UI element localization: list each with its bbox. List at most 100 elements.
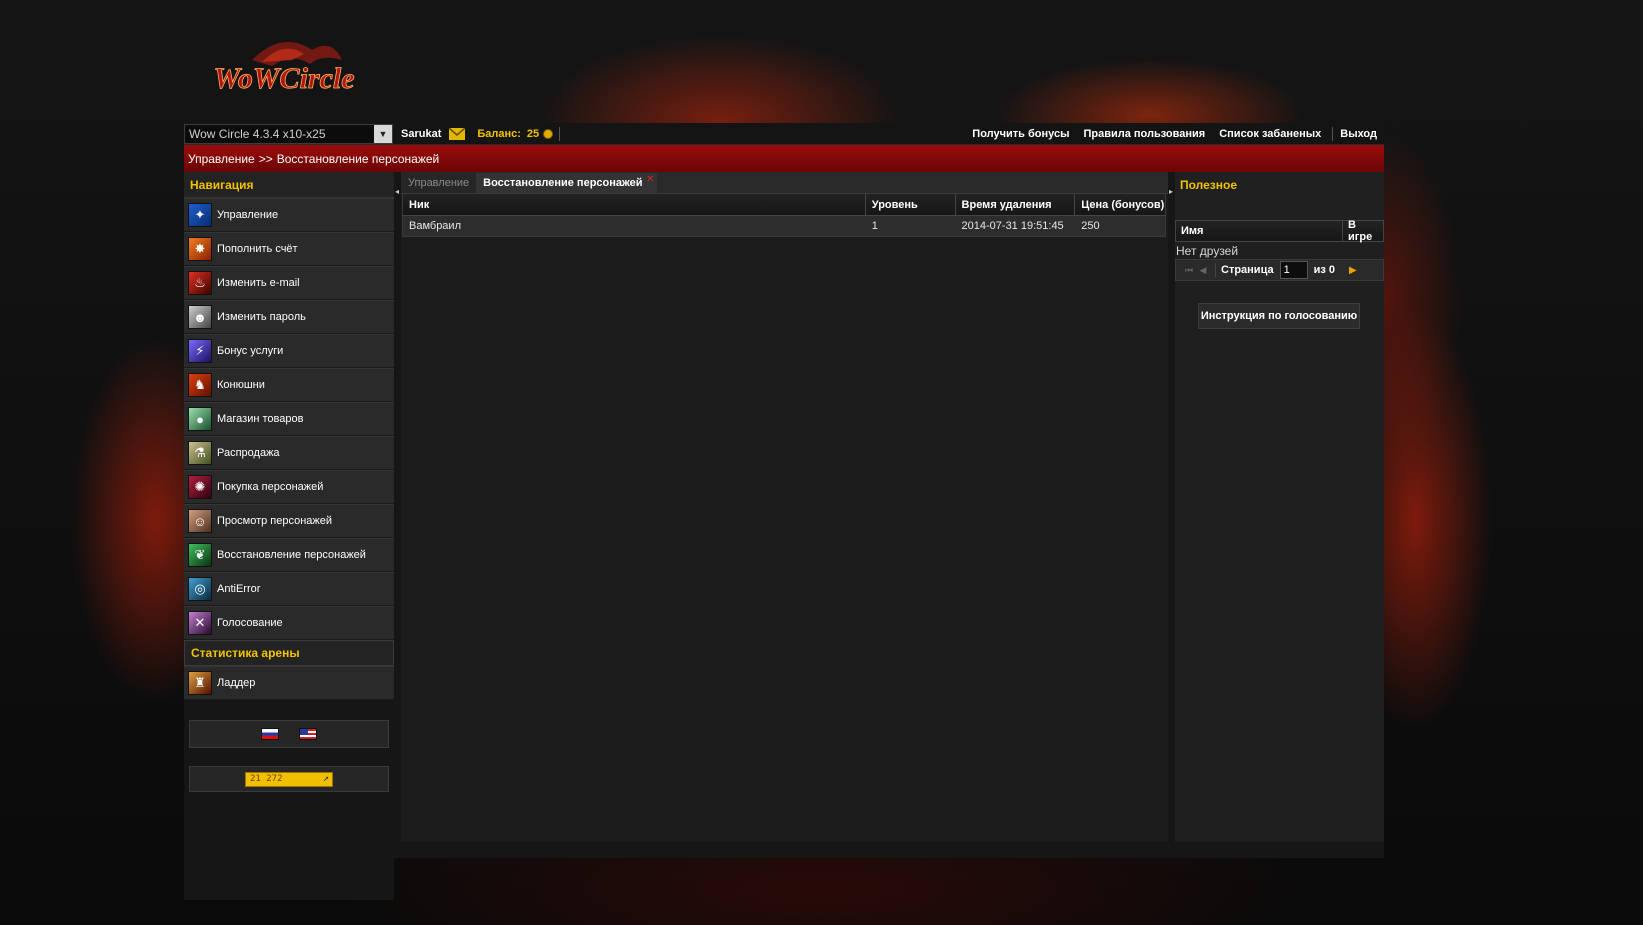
get-bonuses-link[interactable]: Получить бонусы xyxy=(965,128,1076,140)
realm-select[interactable]: Wow Circle 4.3.4 x10-x25 ▼ xyxy=(184,123,393,144)
sidebar-item-label: Конюшни xyxy=(217,379,265,391)
sidebar-item-label: Голосование xyxy=(217,617,283,629)
right-splitter[interactable]: ▸ xyxy=(1168,172,1175,842)
sidebar-item-buy-characters[interactable]: ✺ Покупка персонажей xyxy=(184,470,394,504)
sidebar-item-voting[interactable]: ✕ Голосование xyxy=(184,606,394,640)
site-logo[interactable]: WoWCircle xyxy=(192,30,377,102)
sidebar-item-label: Управление xyxy=(217,209,279,221)
logout-link[interactable]: Выход xyxy=(1333,128,1384,140)
sidebar-item-stables[interactable]: ♞ Конюшни xyxy=(184,368,394,402)
coin-icon xyxy=(543,128,554,139)
page-total: из 0 xyxy=(1313,264,1335,276)
sidebar-item-view-characters[interactable]: ☺ Просмотр персонажей xyxy=(184,504,394,538)
sidebar-item-sale[interactable]: ⚗ Распродажа xyxy=(184,436,394,470)
ladder-icon: ♜ xyxy=(188,671,212,695)
sidebar-item-change-email[interactable]: ♨ Изменить e-mail xyxy=(184,266,394,300)
sidebar-item-label: Бонус услуги xyxy=(217,345,284,357)
arrow-icon: ↗ xyxy=(322,772,329,784)
column-header-nick[interactable]: Ник xyxy=(403,194,866,215)
prev-page-icon[interactable]: ◀ xyxy=(1196,265,1210,276)
sidebar-item-label: Ладдер xyxy=(217,677,256,689)
deposit-icon: ✸ xyxy=(188,237,212,261)
useful-title: Полезное xyxy=(1175,172,1384,220)
divider xyxy=(559,126,561,141)
sidebar-footer: 21 272 ↗ xyxy=(184,700,394,900)
sidebar-item-ladder[interactable]: ♜ Ладдер xyxy=(184,666,394,700)
realm-select-value: Wow Circle 4.3.4 x10-x25 xyxy=(189,126,326,141)
cell-nick: Вамбраил xyxy=(409,220,461,232)
sidebar-item-bonus-services[interactable]: ⚡ Бонус услуги xyxy=(184,334,394,368)
balance-label: Баланс: xyxy=(477,127,521,140)
friends-pager: ⏮ ◀ Страница из 0 ▶ xyxy=(1175,259,1384,281)
sidebar-item-antierror[interactable]: ◎ AntiError xyxy=(184,572,394,606)
friends-table-header: Имя В игре xyxy=(1175,219,1384,243)
collapse-left-icon[interactable]: ◂ xyxy=(395,187,399,196)
counter-value: 21 272 xyxy=(250,774,283,784)
sidebar-item-label: Просмотр персонажей xyxy=(217,515,333,527)
balance-value: 25 xyxy=(526,127,540,140)
collapse-right-icon[interactable]: ▸ xyxy=(1169,187,1173,196)
page-label: Страница xyxy=(1221,264,1274,276)
sidebar-item-label: Покупка персонажей xyxy=(217,481,324,493)
mail-icon[interactable] xyxy=(449,127,466,140)
sidebar-item-restore-characters[interactable]: ❦ Восстановление персонажей xyxy=(184,538,394,572)
left-splitter[interactable]: ◂ xyxy=(394,172,401,842)
tab-control[interactable]: Управление xyxy=(401,173,477,193)
table-header: Ник Уровень Время удаления Цена (бонусов… xyxy=(403,194,1165,216)
stable-icon: ♞ xyxy=(188,373,212,397)
vote-icon: ✕ xyxy=(188,611,212,635)
breadcrumb: Управление >> Восстановление персонажей xyxy=(184,145,1384,172)
first-page-icon[interactable]: ⏮ xyxy=(1182,265,1196,276)
russian-flag-icon[interactable] xyxy=(261,728,279,740)
sidebar-item-label: Распродажа xyxy=(217,447,280,459)
tab-label: Управление xyxy=(408,177,470,189)
sidebar-item-label: Пополнить счёт xyxy=(217,243,298,255)
column-header-name[interactable]: Имя xyxy=(1176,221,1343,241)
column-header-in-game[interactable]: В игре xyxy=(1343,219,1383,243)
chevron-down-icon[interactable]: ▼ xyxy=(374,124,392,143)
column-header-level[interactable]: Уровень xyxy=(866,194,956,215)
breadcrumb-separator: >> xyxy=(258,151,273,166)
buy-character-icon: ✺ xyxy=(188,475,212,499)
english-flag-icon[interactable] xyxy=(299,728,317,740)
visit-counter: 21 272 ↗ xyxy=(189,766,389,792)
content-panel: Управление Восстановление персонажей ✕ Н… xyxy=(401,172,1168,842)
breadcrumb-current: Восстановление персонажей xyxy=(276,151,440,166)
banned-list-link[interactable]: Список забаненых xyxy=(1212,128,1328,140)
terms-link[interactable]: Правила пользования xyxy=(1076,128,1212,140)
sidebar-item-change-password[interactable]: ☻ Изменить пароль xyxy=(184,300,394,334)
column-header-price[interactable]: Цена (бонусов) xyxy=(1075,194,1165,215)
sidebar-item-shop[interactable]: ● Магазин товаров xyxy=(184,402,394,436)
bonus-icon: ⚡ xyxy=(188,339,212,363)
tab-bar: Управление Восстановление персонажей ✕ xyxy=(401,172,1168,194)
logo-graphic: WoWCircle xyxy=(213,42,355,95)
cell-price: 250 xyxy=(1081,220,1100,232)
arena-stats-title: Статистика арены xyxy=(184,640,394,666)
tab-label: Восстановление персонажей xyxy=(483,177,643,189)
control-icon: ✦ xyxy=(188,203,212,227)
table-row[interactable]: Вамбраил 1 2014-07-31 19:51:45 250 xyxy=(403,216,1165,236)
sidebar-item-label: Изменить e-mail xyxy=(217,277,300,289)
restore-character-icon: ❦ xyxy=(188,543,212,567)
sidebar-item-label: AntiError xyxy=(217,583,261,595)
close-icon[interactable]: ✕ xyxy=(646,174,654,185)
password-icon: ☻ xyxy=(188,305,212,329)
column-header-deletion-time[interactable]: Время удаления xyxy=(956,194,1076,215)
username[interactable]: Sarukat xyxy=(401,128,441,140)
counter-badge[interactable]: 21 272 ↗ xyxy=(245,771,333,787)
shop-icon: ● xyxy=(188,407,212,431)
voting-instructions-button[interactable]: Инструкция по голосованию xyxy=(1198,303,1360,329)
divider xyxy=(1215,263,1216,277)
sidebar-item-control[interactable]: ✦ Управление xyxy=(184,198,394,232)
sale-icon: ⚗ xyxy=(188,441,212,465)
sidebar-item-label: Магазин товаров xyxy=(217,413,304,425)
tab-restore-characters[interactable]: Восстановление персонажей ✕ xyxy=(476,173,657,193)
language-selector xyxy=(189,720,389,748)
page-input[interactable] xyxy=(1279,261,1308,279)
deleted-characters-table: Ник Уровень Время удаления Цена (бонусов… xyxy=(402,194,1166,237)
sidebar-item-deposit[interactable]: ✸ Пополнить счёт xyxy=(184,232,394,266)
next-page-icon[interactable]: ▶ xyxy=(1349,265,1357,276)
top-bar: Wow Circle 4.3.4 x10-x25 ▼ Sarukat Балан… xyxy=(184,123,1384,145)
breadcrumb-parent[interactable]: Управление xyxy=(188,152,255,166)
antierror-icon: ◎ xyxy=(188,577,212,601)
